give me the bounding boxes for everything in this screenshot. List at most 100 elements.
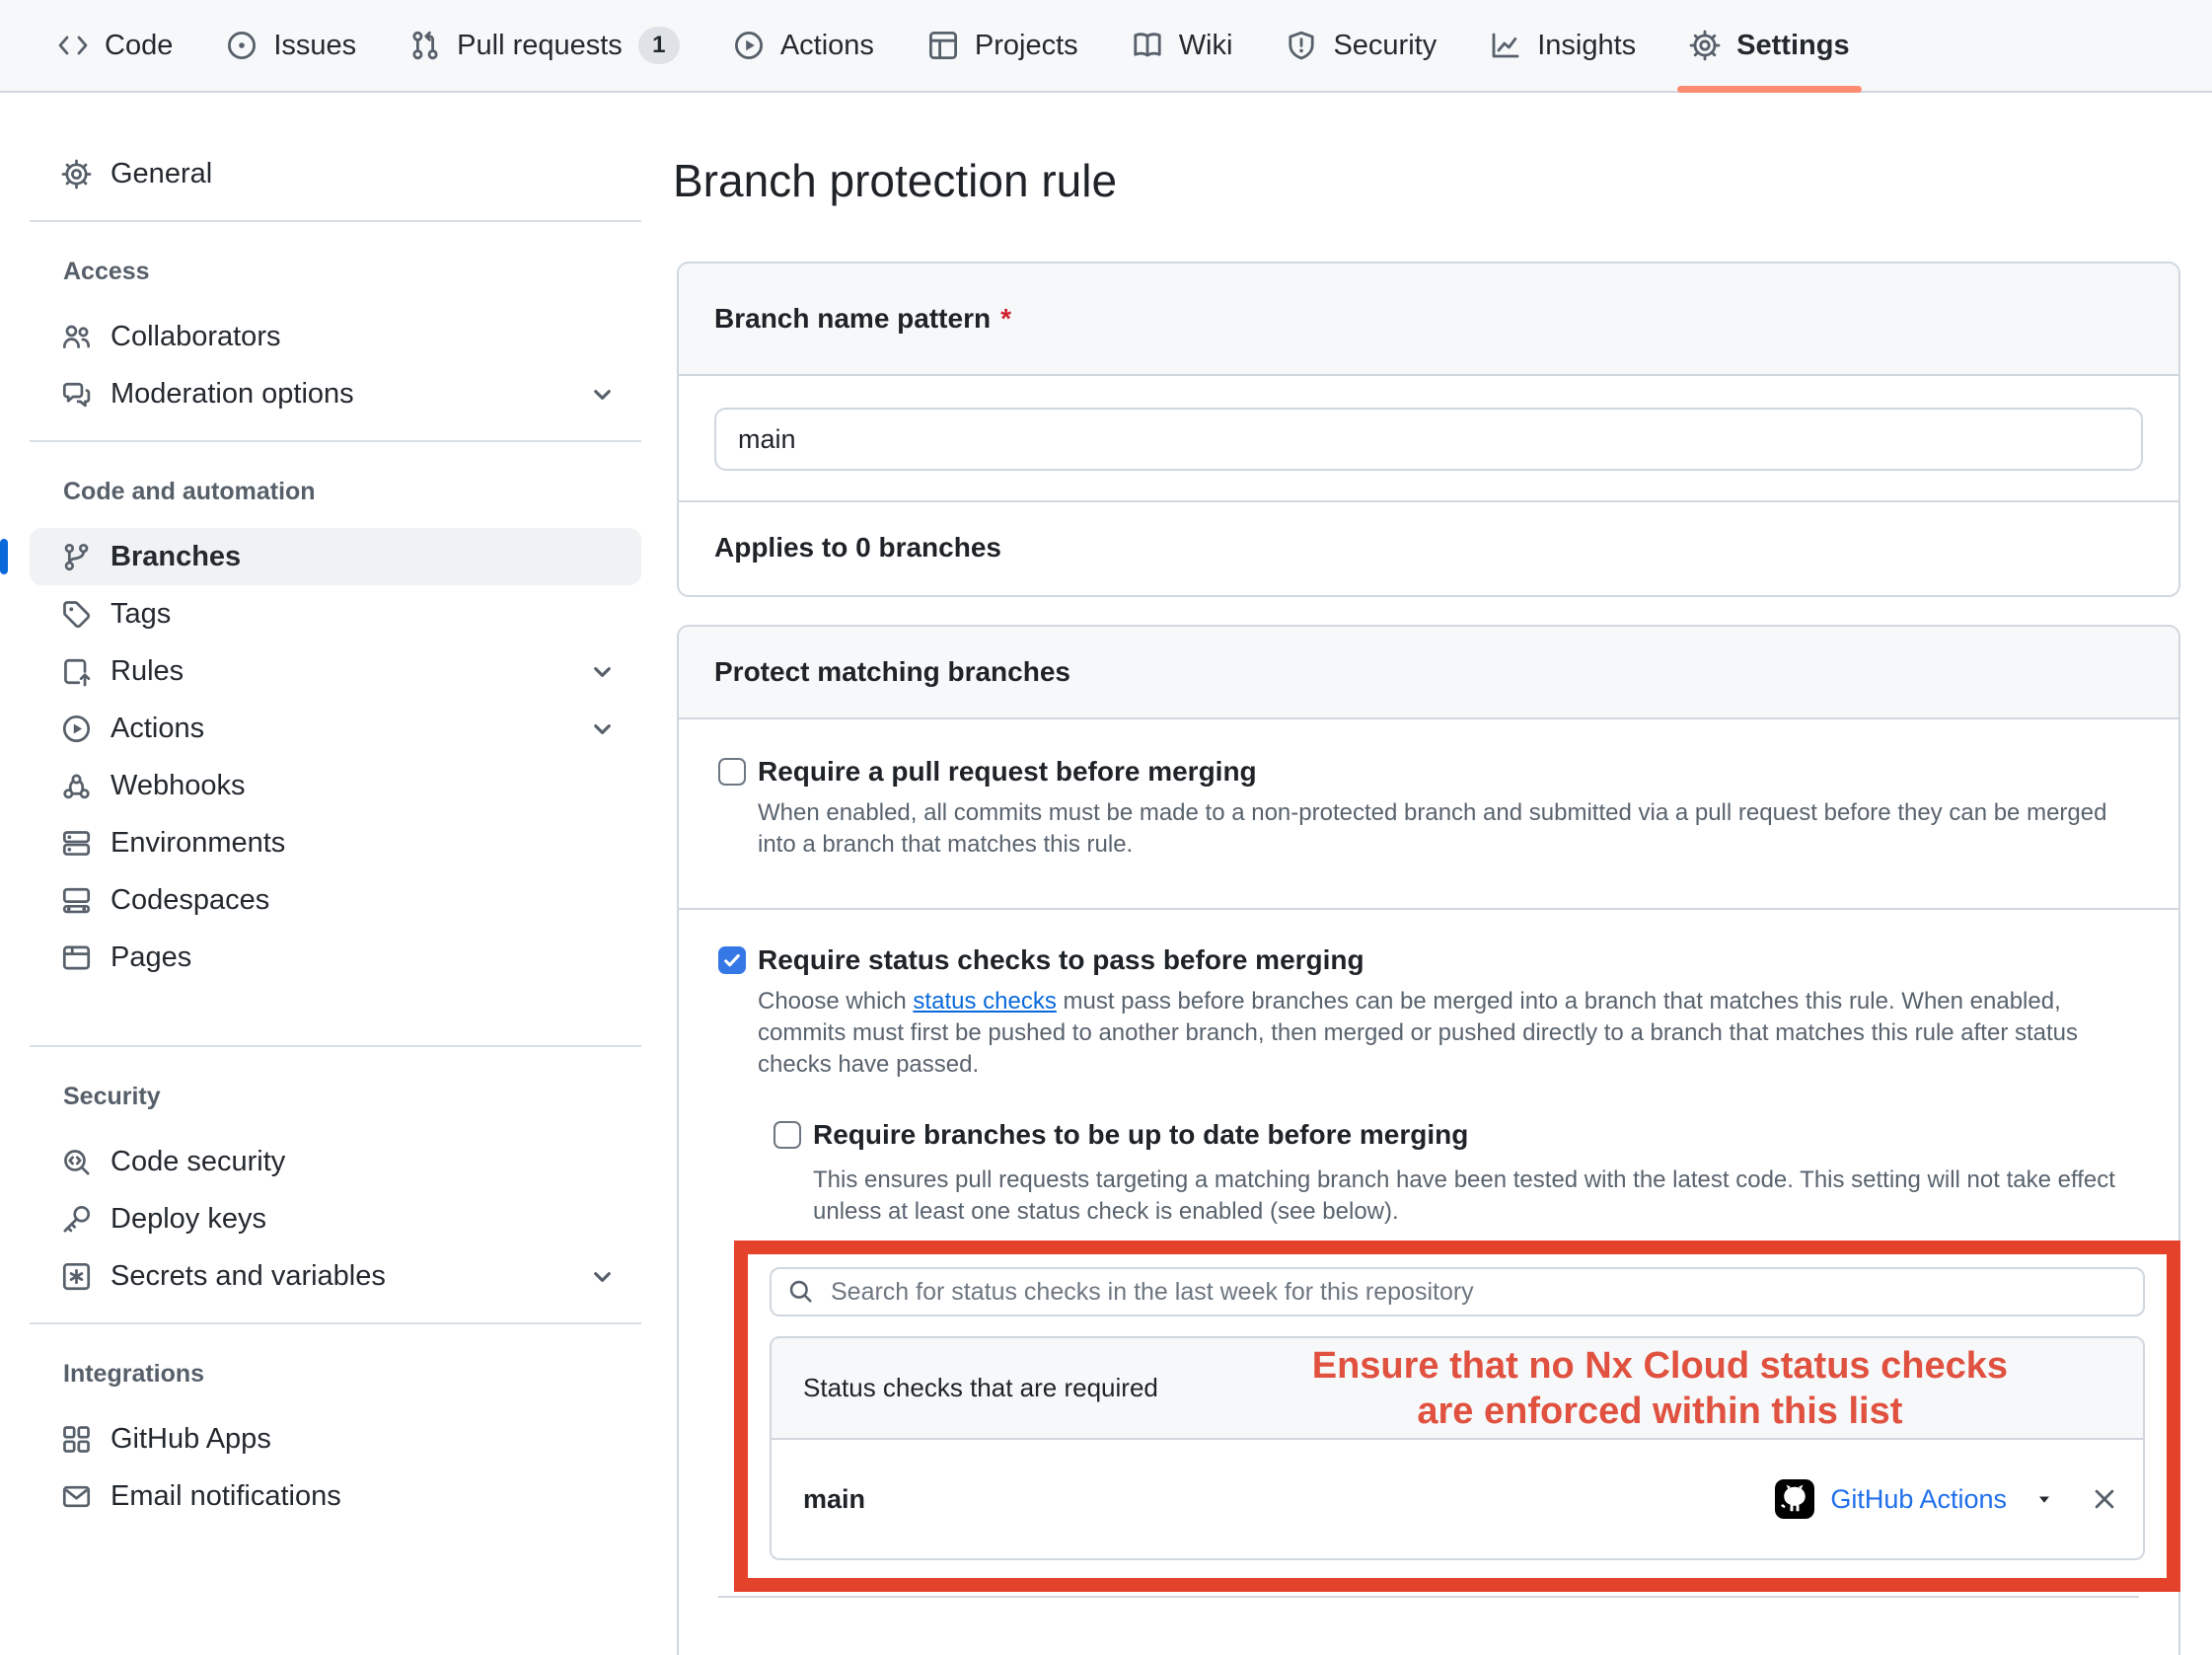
require-pull-request-label[interactable]: Require a pull request before merging — [758, 753, 2139, 790]
sidebar-section-integrations: Integrations — [63, 1360, 641, 1389]
comment-discussion-icon — [61, 379, 92, 410]
status-check-name: main — [803, 1484, 865, 1515]
project-table-icon — [927, 30, 959, 61]
tab-settings-label: Settings — [1736, 30, 1849, 62]
caret-down-icon[interactable] — [2034, 1489, 2054, 1509]
selected-item-accent-bar — [0, 539, 8, 574]
status-checks-search-input[interactable] — [770, 1267, 2145, 1316]
settings-sidebar: General Access Collaborators Moderation … — [0, 93, 651, 1525]
annotation-line-1: Ensure that no Nx Cloud status checks — [1312, 1345, 2008, 1387]
status-checks-link[interactable]: status checks — [913, 988, 1056, 1015]
annotation-highlight-box: Status checks that are required Ensure t… — [734, 1241, 2180, 1592]
gear-icon — [61, 159, 92, 189]
next-row-divider — [718, 1596, 2139, 1655]
tab-security-label: Security — [1333, 30, 1437, 62]
require-status-checks-label[interactable]: Require status checks to pass before mer… — [758, 941, 2139, 979]
sidebar-item-pages-label: Pages — [111, 941, 191, 974]
sidebar-item-branches[interactable]: Branches — [30, 528, 641, 585]
sidebar-section-security: Security — [63, 1083, 641, 1111]
require-status-checks-checkbox[interactable] — [718, 946, 746, 974]
sidebar-divider — [30, 1322, 641, 1324]
required-asterisk: * — [1000, 303, 1011, 334]
sidebar-item-moderation-options[interactable]: Moderation options — [30, 365, 641, 422]
require-pull-request-row: Require a pull request before merging Wh… — [679, 719, 2178, 908]
tab-issues[interactable]: Issues — [208, 0, 374, 91]
sidebar-divider — [30, 220, 641, 222]
browser-icon — [61, 942, 92, 973]
repo-tab-bar: Code Issues Pull requests 1 Actions Proj… — [0, 0, 2212, 93]
rules-icon — [61, 656, 92, 687]
codescan-icon — [61, 1147, 92, 1177]
sidebar-item-tags-label: Tags — [111, 598, 171, 631]
tab-security[interactable]: Security — [1268, 0, 1454, 91]
sidebar-item-webhooks-label: Webhooks — [111, 770, 246, 802]
check-icon — [721, 949, 743, 971]
sidebar-item-collaborators[interactable]: Collaborators — [30, 308, 641, 365]
play-icon — [61, 714, 92, 744]
tab-wiki[interactable]: Wiki — [1114, 0, 1251, 91]
sidebar-item-moderation-options-label: Moderation options — [111, 378, 354, 411]
require-pull-request-description: When enabled, all commits must be made t… — [758, 797, 2139, 861]
tab-code[interactable]: Code — [39, 0, 190, 91]
tab-pull-requests[interactable]: Pull requests 1 — [392, 0, 698, 91]
sidebar-item-secrets-variables-label: Secrets and variables — [111, 1260, 386, 1293]
tab-wiki-label: Wiki — [1179, 30, 1233, 62]
sidebar-item-rules[interactable]: Rules — [30, 642, 641, 700]
tab-settings[interactable]: Settings — [1671, 0, 1867, 91]
tab-actions[interactable]: Actions — [715, 0, 892, 91]
chevron-down-icon — [587, 379, 618, 410]
play-icon — [733, 30, 765, 61]
sidebar-item-secrets-variables[interactable]: Secrets and variables — [30, 1247, 641, 1305]
status-check-row-main: main GitHub Actions — [772, 1440, 2143, 1558]
branch-name-pattern-input[interactable] — [714, 408, 2143, 471]
sidebar-item-email-notifications[interactable]: Email notifications — [30, 1467, 641, 1525]
sidebar-item-webhooks[interactable]: Webhooks — [30, 757, 641, 814]
annotation-line-2: are enforced within this list — [1417, 1391, 1902, 1432]
git-branch-icon — [61, 542, 92, 572]
required-status-checks-header: Status checks that are required Ensure t… — [772, 1338, 2143, 1440]
sidebar-divider — [30, 1045, 641, 1047]
sidebar-item-general[interactable]: General — [30, 145, 641, 202]
sidebar-item-actions[interactable]: Actions — [30, 700, 641, 757]
github-actions-link[interactable]: GitHub Actions — [1830, 1484, 2007, 1515]
sidebar-item-environments[interactable]: Environments — [30, 814, 641, 871]
tab-projects[interactable]: Projects — [910, 0, 1096, 91]
book-icon — [1132, 30, 1163, 61]
server-icon — [61, 828, 92, 859]
require-up-to-date-label[interactable]: Require branches to be up to date before… — [813, 1116, 2139, 1154]
branch-protection-main: Branch protection rule Branch name patte… — [671, 93, 2212, 1655]
codespaces-icon — [61, 885, 92, 916]
shield-icon — [1286, 30, 1317, 61]
sidebar-item-code-security[interactable]: Code security — [30, 1133, 641, 1190]
key-icon — [61, 1204, 92, 1235]
pull-requests-count-badge: 1 — [638, 27, 680, 64]
require-up-to-date-description: This ensures pull requests targeting a m… — [813, 1165, 2139, 1228]
required-status-checks-box: Status checks that are required Ensure t… — [770, 1336, 2145, 1560]
sidebar-item-codespaces-label: Codespaces — [111, 884, 269, 917]
tag-icon — [61, 599, 92, 630]
sidebar-item-tags[interactable]: Tags — [30, 585, 641, 642]
sidebar-item-github-apps[interactable]: GitHub Apps — [30, 1410, 641, 1467]
tab-insights-label: Insights — [1537, 30, 1636, 62]
tab-insights[interactable]: Insights — [1472, 0, 1654, 91]
tab-projects-label: Projects — [975, 30, 1078, 62]
page-title: Branch protection rule — [673, 154, 2212, 207]
active-tab-underline — [1677, 86, 1861, 93]
issue-opened-icon — [226, 30, 258, 61]
sidebar-item-github-apps-label: GitHub Apps — [111, 1423, 271, 1456]
branch-name-pattern-card: Branch name pattern* Applies to 0 branch… — [677, 262, 2180, 597]
chevron-down-icon — [587, 714, 618, 744]
tab-pull-requests-label: Pull requests — [457, 30, 623, 62]
sidebar-item-codespaces[interactable]: Codespaces — [30, 871, 641, 929]
require-up-to-date-checkbox[interactable] — [774, 1121, 801, 1149]
code-icon — [57, 30, 89, 61]
sidebar-item-email-notifications-label: Email notifications — [111, 1480, 341, 1513]
require-pull-request-checkbox[interactable] — [718, 758, 746, 786]
remove-status-check-icon[interactable] — [2090, 1484, 2119, 1514]
sidebar-item-branches-label: Branches — [111, 541, 241, 573]
sidebar-item-pages[interactable]: Pages — [30, 929, 641, 986]
github-actions-avatar — [1775, 1479, 1814, 1519]
protect-matching-branches-card: Protect matching branches Require a pull… — [677, 625, 2180, 1655]
mail-icon — [61, 1481, 92, 1512]
sidebar-item-deploy-keys[interactable]: Deploy keys — [30, 1190, 641, 1247]
